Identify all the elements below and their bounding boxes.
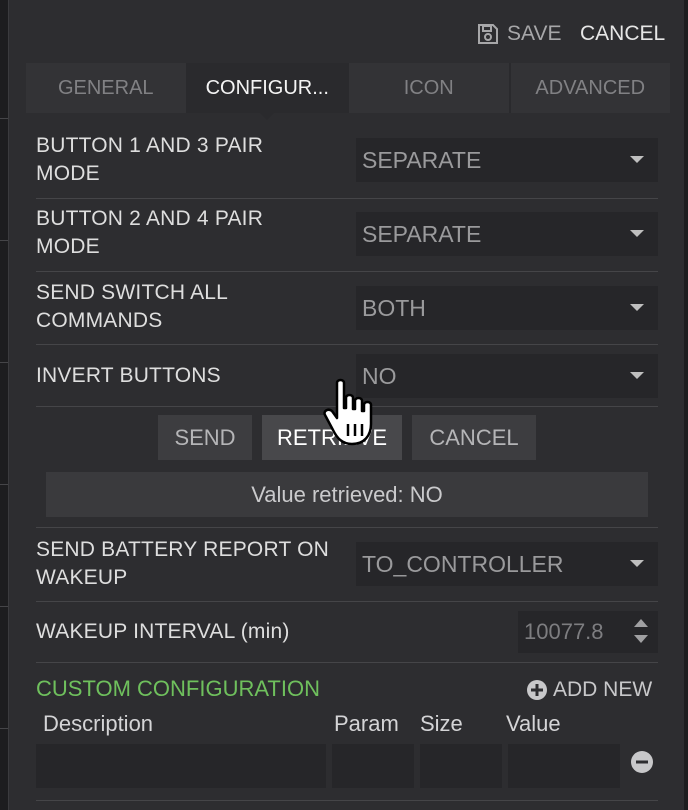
column-param: Param — [334, 711, 399, 736]
tab-icon[interactable]: ICON — [349, 63, 511, 113]
button13-label: BUTTON 1 AND 3 PAIR MODE — [36, 132, 263, 188]
config-row-invert: INVERT BUTTONS NO — [36, 345, 658, 407]
button13-select[interactable]: SEPARATE — [356, 138, 658, 182]
add-new-label: ADD NEW — [553, 678, 653, 701]
caret-down-icon — [630, 230, 644, 237]
send-button[interactable]: SEND — [158, 415, 252, 460]
wakeup-interval-input[interactable]: 10077.8 — [518, 611, 658, 653]
custom-config-heading: CUSTOM CONFIGURATION — [36, 676, 320, 701]
column-value: Value — [506, 711, 561, 736]
add-new-button[interactable]: ADD NEW — [526, 676, 652, 704]
gutter-tick — [0, 728, 8, 729]
status-message: Value retrieved: NO — [46, 472, 648, 517]
right-gutter — [684, 0, 688, 810]
spin-up-icon — [634, 619, 648, 627]
select-value: TO_CONTROLLER — [362, 550, 564, 577]
select-value: SEPARATE — [362, 146, 482, 173]
spinner-arrows-icon[interactable] — [632, 617, 650, 647]
invert-label: INVERT BUTTONS — [36, 364, 221, 387]
label-line: WAKEUP — [36, 566, 128, 589]
label-line: MODE — [36, 235, 100, 258]
gutter-tick — [0, 240, 8, 241]
divider — [36, 800, 658, 801]
label-line: BUTTON 1 AND 3 PAIR — [36, 134, 264, 157]
label-line: SEND SWITCH ALL — [36, 281, 229, 304]
button24-label: BUTTON 2 AND 4 PAIR MODE — [36, 205, 263, 261]
label-line: MODE — [36, 162, 100, 185]
config-row-switch-all: SEND SWITCH ALL COMMANDS BOTH — [36, 272, 658, 345]
switch-all-label: SEND SWITCH ALL COMMANDS — [36, 279, 228, 335]
spin-down-icon — [634, 635, 648, 643]
save-label: SAVE — [507, 22, 562, 45]
caret-down-icon — [630, 304, 644, 311]
save-button[interactable]: SAVE — [477, 20, 561, 48]
label-line: BUTTON 2 AND 4 PAIR — [36, 207, 264, 230]
select-value: BOTH — [362, 294, 426, 321]
config-row-button13: BUTTON 1 AND 3 PAIR MODE SEPARATE — [36, 128, 658, 199]
plus-circle-icon — [527, 680, 547, 700]
minus-circle-icon[interactable] — [630, 750, 654, 774]
param-input[interactable] — [332, 744, 414, 788]
gutter-tick — [0, 484, 8, 485]
wakeup-label: WAKEUP INTERVAL (min) — [36, 620, 290, 643]
gutter-tick — [0, 606, 8, 607]
caret-down-icon — [630, 156, 644, 163]
cancel-top-button[interactable]: CANCEL — [580, 20, 665, 48]
battery-label: SEND BATTERY REPORT ON WAKEUP — [36, 536, 329, 592]
label-line: COMMANDS — [36, 309, 163, 332]
tab-general[interactable]: GENERAL — [26, 63, 188, 113]
label-line: SEND BATTERY REPORT ON — [36, 538, 330, 561]
tab-configuration[interactable]: CONFIGUR... — [187, 63, 349, 120]
floppy-disk-icon — [478, 24, 498, 44]
config-row-battery: SEND BATTERY REPORT ON WAKEUP TO_CONTROL… — [36, 528, 658, 602]
switch-all-select[interactable]: BOTH — [356, 286, 658, 330]
config-row-button24: BUTTON 2 AND 4 PAIR MODE SEPARATE — [36, 199, 658, 272]
cancel-action-button[interactable]: CANCEL — [412, 415, 536, 460]
tab-bar: GENERAL CONFIGUR... ICON ADVANCED — [26, 63, 670, 120]
size-input[interactable] — [420, 744, 502, 788]
button24-select[interactable]: SEPARATE — [356, 212, 658, 256]
tab-advanced[interactable]: ADVANCED — [510, 63, 670, 113]
select-value: SEPARATE — [362, 220, 482, 247]
column-size: Size — [420, 711, 463, 736]
caret-down-icon — [630, 560, 644, 567]
gutter-tick — [0, 362, 8, 363]
select-value: NO — [362, 362, 397, 389]
gutter-tick — [0, 118, 8, 119]
value-input[interactable] — [508, 744, 620, 788]
description-input[interactable] — [36, 744, 326, 788]
left-gutter — [0, 0, 9, 810]
retrieve-button[interactable]: RETRIEVE — [262, 415, 402, 460]
caret-down-icon — [630, 372, 644, 379]
battery-select[interactable]: TO_CONTROLLER — [356, 542, 658, 586]
invert-select[interactable]: NO — [356, 354, 658, 398]
wakeup-value: 10077.8 — [524, 619, 604, 644]
column-description: Description — [43, 711, 154, 736]
